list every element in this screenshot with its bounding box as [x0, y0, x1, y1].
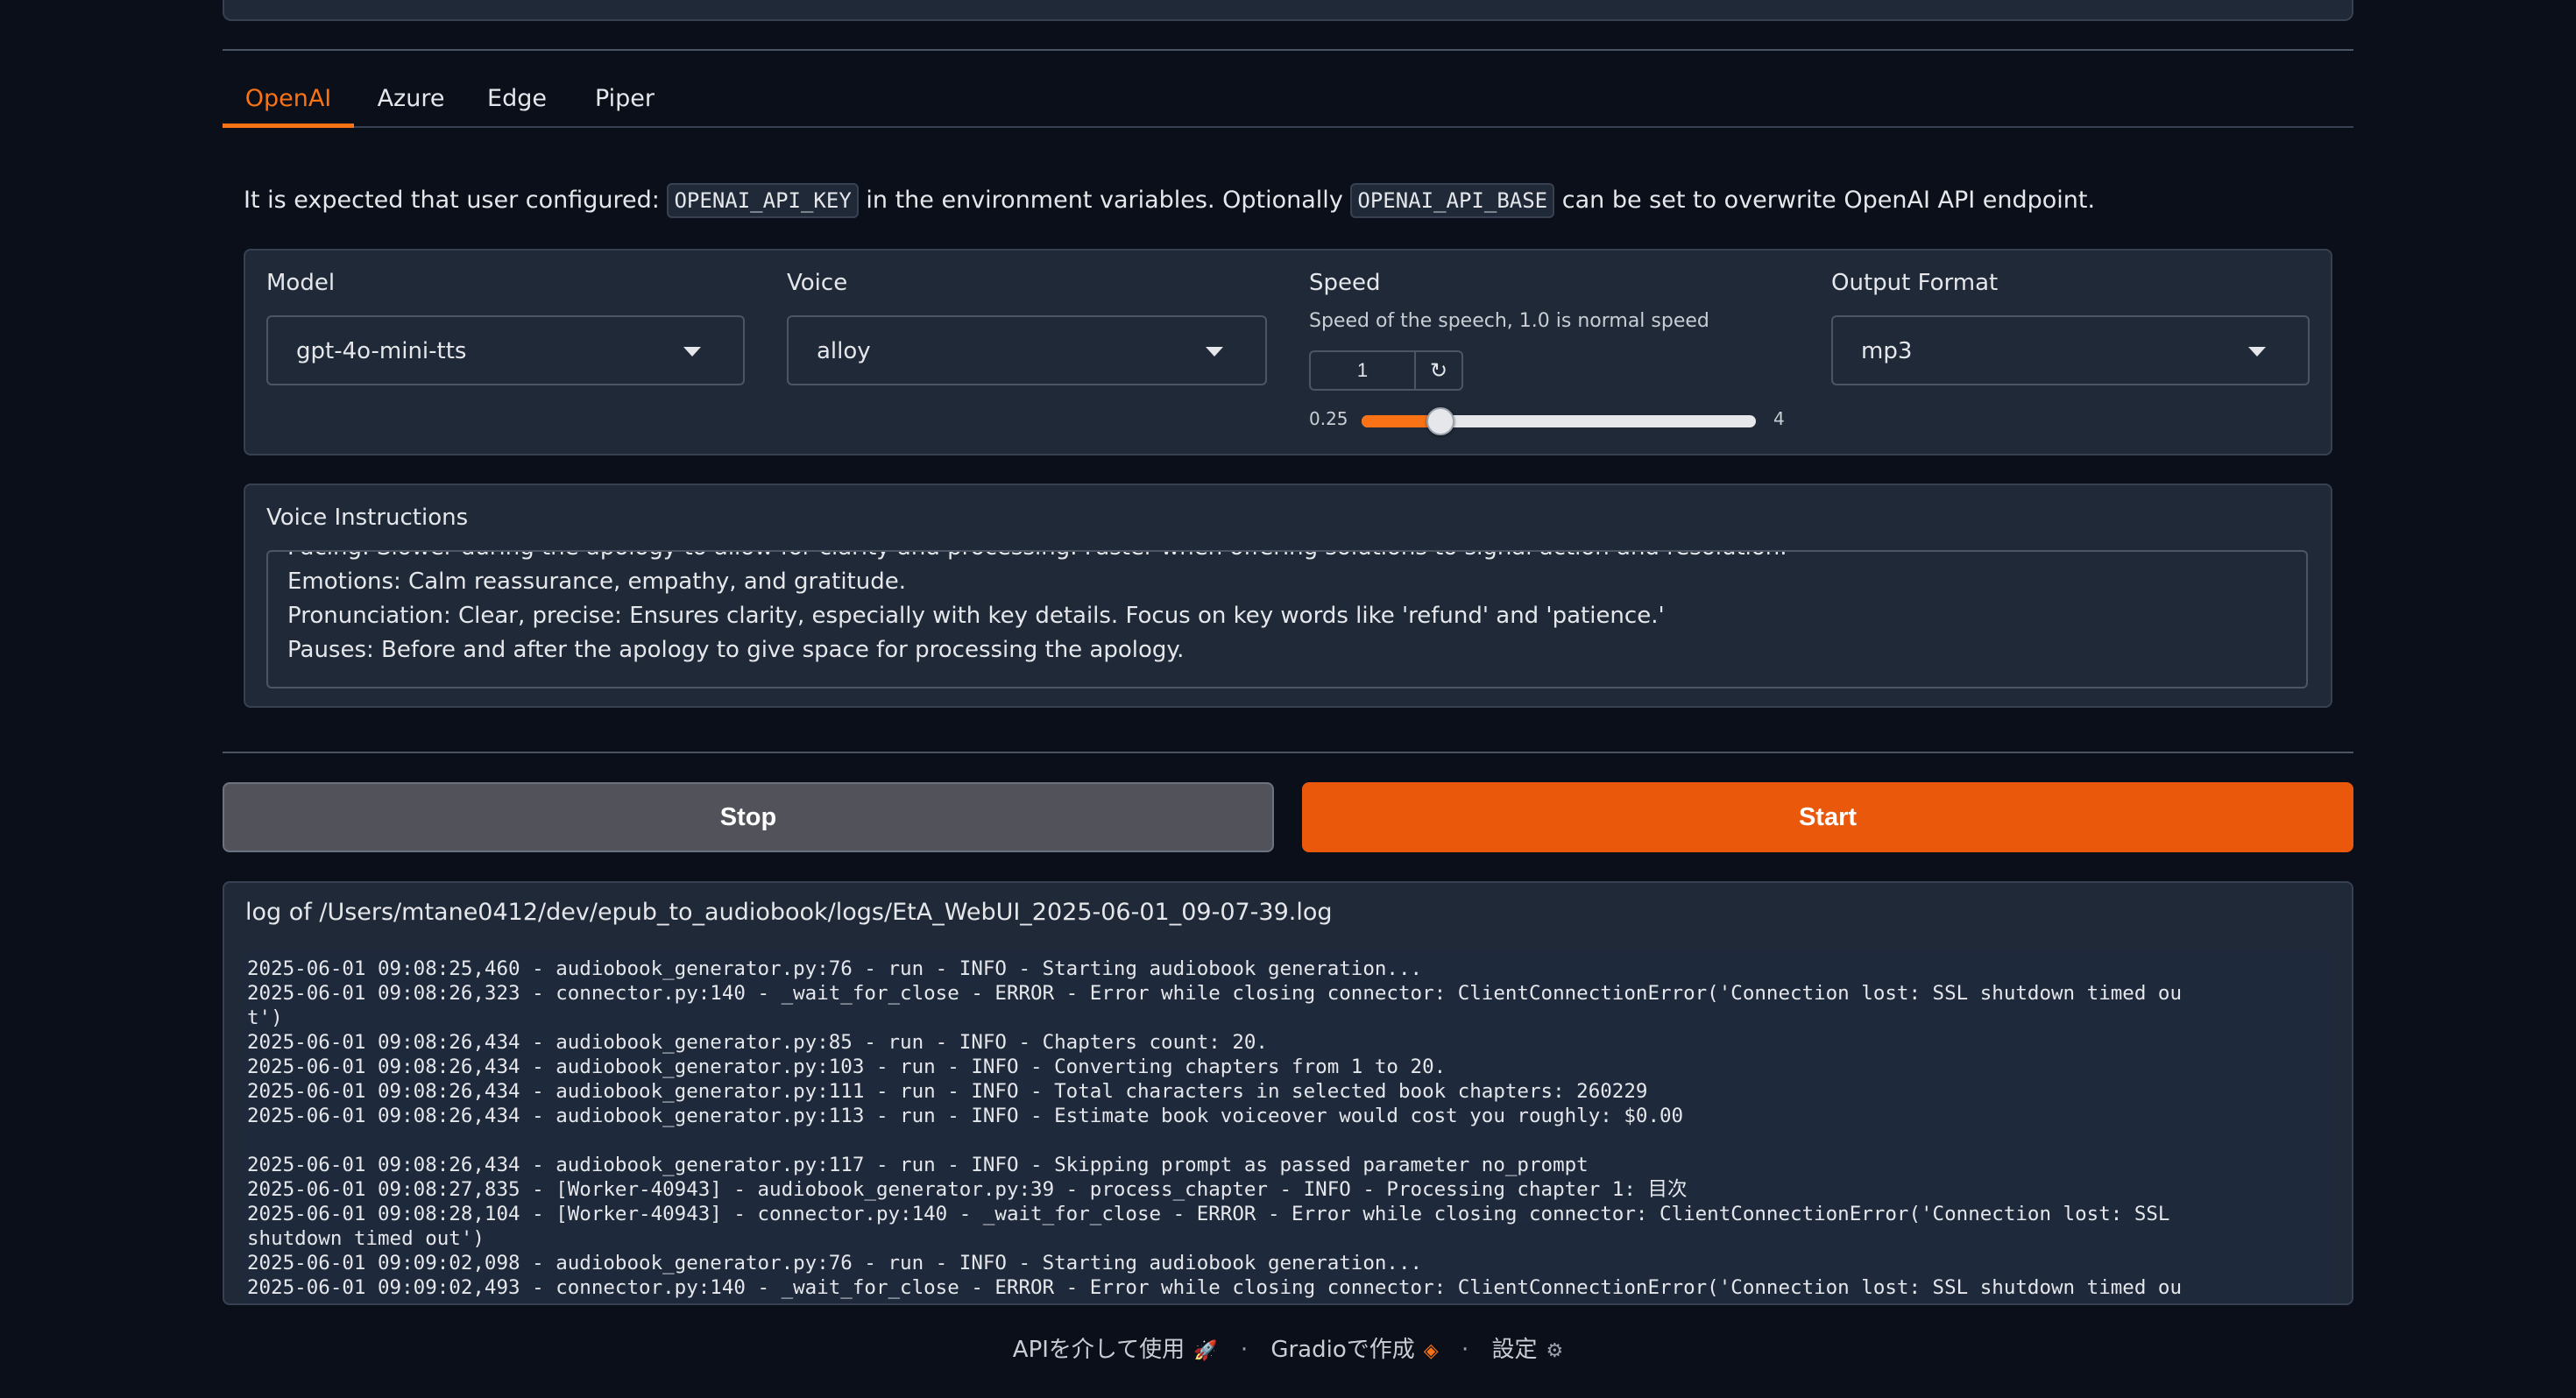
- log-line: 2025-06-01 09:08:26,434 - audiobook_gene…: [247, 1154, 1589, 1176]
- chevron-down-icon: [1206, 347, 1223, 357]
- log-output[interactable]: 2025-06-01 09:08:25,460 - audiobook_gene…: [244, 951, 2332, 1303]
- model-value: gpt-4o-mini-tts: [296, 338, 467, 364]
- instruction-line: Pauses: Before and after the apology to …: [287, 637, 1185, 663]
- log-line: 2025-06-01 09:09:02,493 - connector.py:1…: [247, 1276, 2183, 1299]
- log-line: 2025-06-01 09:08:26,434 - audiobook_gene…: [247, 1080, 1648, 1103]
- log-lines: 2025-06-01 09:08:25,460 - audiobook_gene…: [244, 951, 2320, 1303]
- tts-provider-tabs: OpenAI Azure Edge Piper: [223, 75, 2353, 128]
- instruction-line: Pronunciation: Clear, precise: Ensures c…: [287, 603, 1665, 629]
- log-panel: log of /Users/mtane0412/dev/epub_to_audi…: [223, 881, 2353, 1305]
- voice-instructions-label: Voice Instructions: [266, 505, 469, 531]
- openai-api-key-code: OPENAI_API_KEY: [667, 183, 859, 218]
- voice-dropdown[interactable]: alloy: [787, 315, 1267, 385]
- use-via-api-link[interactable]: APIを介して使用 🚀: [1013, 1337, 1218, 1363]
- chevron-down-icon: [2248, 347, 2266, 357]
- speed-slider[interactable]: [1362, 407, 1756, 435]
- info-text-1: It is expected that user configured:: [244, 187, 660, 214]
- tab-edge[interactable]: Edge: [470, 75, 564, 128]
- footer-separator: ·: [1461, 1337, 1469, 1363]
- divider-top: [223, 49, 2353, 51]
- log-line: 2025-06-01 09:08:26,434 - audiobook_gene…: [247, 1056, 1447, 1078]
- reset-icon: ↻: [1429, 358, 1448, 383]
- log-line: 2025-06-01 09:08:26,434 - audiobook_gene…: [247, 1105, 1684, 1127]
- chevron-down-icon: [683, 347, 701, 357]
- info-text-2: in the environment variables. Optionally: [866, 187, 1343, 214]
- info-text-3: can be set to overwrite OpenAI API endpo…: [1561, 187, 2096, 214]
- speed-label: Speed: [1309, 270, 1381, 296]
- log-line: 2025-06-01 09:09:02,098 - audiobook_gene…: [247, 1252, 1423, 1274]
- rocket-icon: 🚀: [1193, 1340, 1218, 1362]
- divider-middle: [223, 752, 2353, 753]
- gear-icon: ⚙: [1546, 1340, 1564, 1362]
- log-line: t'): [247, 1006, 283, 1029]
- tab-openai[interactable]: OpenAI: [223, 75, 354, 128]
- log-line: 2025-06-01 09:08:26,434 - audiobook_gene…: [247, 1031, 1268, 1054]
- gradio-logo-icon: ◈: [1423, 1340, 1439, 1362]
- log-line: shutdown timed out'): [247, 1227, 485, 1250]
- log-line: 2025-06-01 09:08:27,835 - [Worker-40943]…: [247, 1178, 1688, 1201]
- speed-number-input[interactable]: [1309, 350, 1416, 391]
- start-button[interactable]: Start: [1302, 782, 2353, 852]
- openai-config-info: It is expected that user configured: OPE…: [244, 180, 2095, 221]
- voice-instructions-textarea[interactable]: Pacing: Slower during the apology to all…: [266, 550, 2308, 688]
- settings-link[interactable]: 設定 ⚙: [1491, 1337, 1563, 1363]
- previous-panel-bottom: [223, 0, 2353, 21]
- speed-min-label: 0.25: [1309, 408, 1348, 429]
- output-format-label: Output Format: [1831, 270, 1999, 296]
- stop-button[interactable]: Stop: [223, 782, 1274, 852]
- speed-info: Speed of the speech, 1.0 is normal speed: [1309, 310, 1709, 332]
- speed-reset-button[interactable]: ↻: [1414, 350, 1463, 391]
- instruction-line: Pacing: Slower during the apology to all…: [287, 552, 1787, 565]
- log-line: t'): [247, 1300, 2320, 1303]
- speed-max-label: 4: [1773, 408, 1785, 429]
- tab-piper[interactable]: Piper: [577, 75, 673, 128]
- log-line: 2025-06-01 09:08:28,104 - [Worker-40943]…: [247, 1203, 2170, 1225]
- voice-label: Voice: [787, 270, 848, 296]
- footer-separator: ·: [1240, 1337, 1249, 1363]
- output-format-value: mp3: [1861, 338, 1913, 364]
- voice-value: alloy: [817, 338, 871, 364]
- built-with-gradio-link[interactable]: Gradioで作成 ◈: [1270, 1337, 1438, 1363]
- speed-slider-thumb[interactable]: [1426, 407, 1454, 435]
- output-format-dropdown[interactable]: mp3: [1831, 315, 2310, 385]
- openai-api-base-code: OPENAI_API_BASE: [1350, 183, 1555, 218]
- voice-instructions-lines: Pacing: Slower during the apology to all…: [287, 552, 1787, 667]
- log-title: log of /Users/mtane0412/dev/epub_to_audi…: [245, 899, 1333, 926]
- log-line: 2025-06-01 09:08:26,323 - connector.py:1…: [247, 982, 2183, 1005]
- model-dropdown[interactable]: gpt-4o-mini-tts: [266, 315, 745, 385]
- settings-text: 設定: [1491, 1337, 1538, 1363]
- tab-azure[interactable]: Azure: [363, 75, 459, 128]
- model-label: Model: [266, 270, 336, 296]
- instruction-line: Emotions: Calm reassurance, empathy, and…: [287, 568, 906, 595]
- built-with-gradio-text: Gradioで作成: [1270, 1337, 1415, 1363]
- footer: APIを介して使用 🚀 · Gradioで作成 ◈ · 設定 ⚙: [0, 1331, 2576, 1364]
- use-via-api-text: APIを介して使用: [1012, 1337, 1185, 1363]
- log-line: 2025-06-01 09:08:25,460 - audiobook_gene…: [247, 957, 1423, 980]
